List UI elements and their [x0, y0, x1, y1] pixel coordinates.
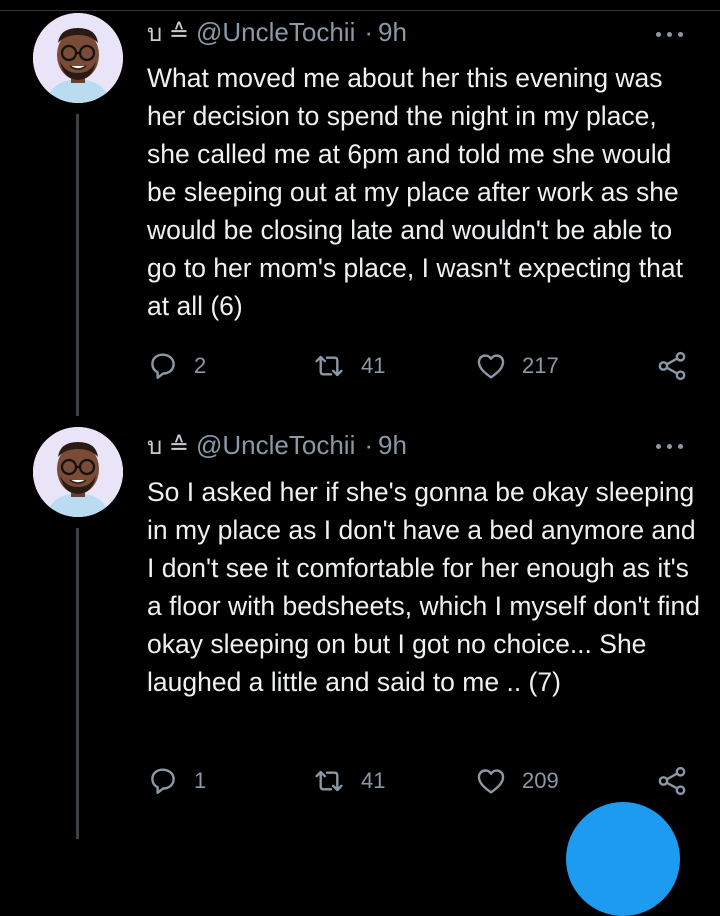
like-count: 217 [522, 353, 559, 378]
retweet-button[interactable]: 41 [311, 349, 385, 383]
profile-badges: บ ≙ [147, 432, 190, 460]
separator-dot: · [364, 429, 374, 460]
tweet-actions: 2 41 217 [146, 349, 691, 383]
thread-line [76, 114, 79, 416]
reply-button[interactable]: 1 [146, 764, 206, 798]
avatar[interactable] [33, 13, 123, 103]
thread-line [76, 528, 79, 839]
like-icon [477, 769, 505, 794]
reply-icon [151, 768, 175, 794]
tweet-actions: 1 41 209 [146, 764, 691, 798]
author-handle[interactable]: @UncleTochii [196, 17, 355, 48]
tweet-text: What moved me about her this evening was… [147, 63, 683, 321]
top-divider [0, 0, 720, 11]
tweet-header: บ ≙ @UncleTochii · 9h [147, 429, 407, 461]
tweet-time[interactable]: 9h [378, 430, 407, 461]
reply-button[interactable]: 2 [146, 349, 206, 383]
share-button[interactable] [654, 349, 690, 383]
retweet-icon [315, 355, 343, 377]
retweet-count: 41 [361, 353, 386, 378]
share-icon [658, 766, 686, 796]
like-icon [477, 354, 505, 379]
reply-count: 1 [194, 768, 207, 793]
more-icon[interactable] [654, 436, 686, 456]
reply-count: 2 [194, 353, 207, 378]
memoji-avatar-image [33, 427, 123, 517]
reply-icon [151, 353, 175, 379]
retweet-button[interactable]: 41 [311, 764, 385, 798]
author-handle[interactable]: @UncleTochii [196, 430, 355, 461]
profile-badges: บ ≙ [147, 19, 190, 47]
retweet-count: 41 [361, 768, 386, 793]
tweet-time[interactable]: 9h [378, 17, 407, 48]
avatar[interactable] [33, 427, 123, 517]
separator-dot: · [364, 16, 374, 47]
share-icon [658, 351, 686, 381]
memoji-avatar-image [33, 13, 123, 103]
retweet-icon [315, 770, 343, 792]
like-count: 209 [522, 768, 559, 793]
tweet-text: So I asked her if she's gonna be okay sl… [147, 477, 701, 697]
tweet-header: บ ≙ @UncleTochii · 9h [147, 16, 407, 48]
more-icon[interactable] [654, 24, 686, 44]
share-button[interactable] [654, 764, 690, 798]
like-button[interactable]: 209 [474, 764, 559, 798]
compose-fab-button[interactable] [566, 802, 680, 916]
like-button[interactable]: 217 [474, 349, 559, 383]
